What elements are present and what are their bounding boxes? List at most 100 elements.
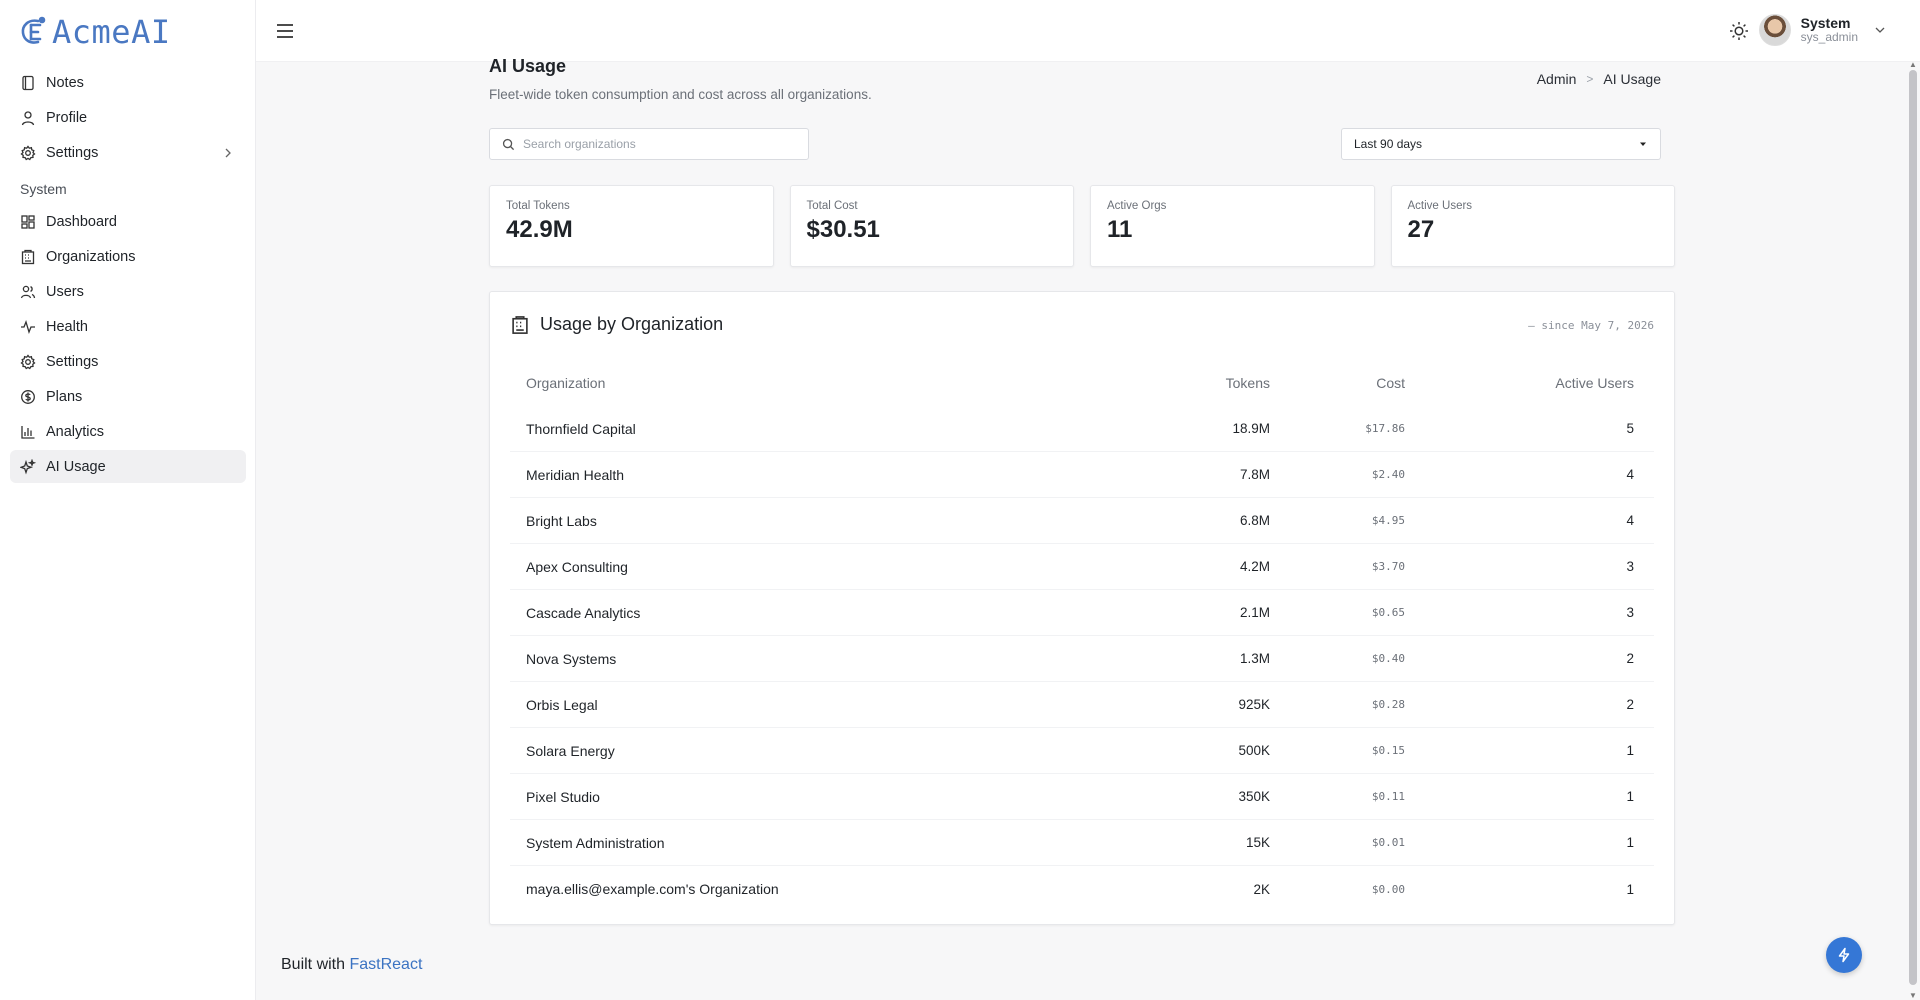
user-icon	[21, 110, 35, 125]
sparkles-icon	[20, 458, 36, 475]
table-row[interactable]: Orbis Legal 925K $0.28 2	[510, 682, 1654, 728]
col-header-organization[interactable]: Organization	[510, 375, 1150, 391]
scroll-down-arrow-icon[interactable]: ▼	[1909, 991, 1917, 1000]
table-row[interactable]: System Administration 15K $0.01 1	[510, 820, 1654, 866]
sidebar-item-label: Health	[46, 318, 88, 335]
sidebar-item-label: Analytics	[46, 423, 105, 440]
page-title: AI Usage	[489, 56, 567, 76]
cell-organization: maya.ellis@example.com's Organization	[526, 881, 779, 897]
stat-label: Active Users	[1407, 200, 1473, 212]
cell-organization: Thornfield Capital	[526, 420, 636, 437]
cell-active-users: 2	[1626, 651, 1634, 666]
table-row[interactable]: Apex Consulting 4.2M $3.70 3	[510, 544, 1654, 590]
table-row[interactable]: Solara Energy 500K $0.15 1	[510, 728, 1654, 774]
cell-tokens: 7.8M	[1239, 467, 1270, 482]
sidebar-item-label: Notes	[46, 74, 84, 91]
cell-tokens: 6.8M	[1239, 513, 1270, 528]
sidebar-item-label: Dashboard	[46, 213, 117, 230]
user-name: System	[1800, 15, 1851, 31]
search-box	[489, 128, 809, 160]
cell-tokens: 925K	[1238, 697, 1270, 712]
date-range-value: Last 90 days	[1354, 137, 1423, 151]
sidebar-item-system-settings[interactable]: Settings	[10, 345, 246, 378]
dollar-icon	[21, 389, 35, 404]
sidebar-item-ai-usage[interactable]: AI Usage	[10, 450, 246, 483]
cell-active-users: 1	[1626, 789, 1634, 804]
sidebar-item-organizations[interactable]: Organizations	[10, 240, 246, 273]
user-menu[interactable]: System sys_admin	[1758, 14, 1886, 46]
sidebar-item-health[interactable]: Health	[10, 310, 246, 343]
sun-icon[interactable]	[1728, 20, 1750, 42]
quick-action-button[interactable]	[1826, 937, 1862, 973]
cell-tokens: 500K	[1238, 743, 1270, 758]
stat-total-tokens: Total Tokens 42.9M	[489, 185, 774, 267]
footer: Built with FastReact	[281, 956, 422, 974]
table-row[interactable]: Pixel Studio 350K $0.11 1	[510, 774, 1654, 820]
table-row[interactable]: Thornfield Capital 18.9M $17.86 5	[510, 406, 1654, 452]
logo[interactable]: AcmeAI	[18, 12, 171, 52]
table-row[interactable]: maya.ellis@example.com's Organization 2K…	[510, 866, 1654, 912]
sidebar-item-label: Profile	[46, 109, 88, 126]
sidebar-item-settings[interactable]: Settings	[10, 136, 246, 169]
users-icon	[20, 285, 36, 298]
sidebar-item-analytics[interactable]: Analytics	[10, 415, 246, 448]
table-header-row: Organization Tokens Cost Active Users	[510, 360, 1654, 406]
sidebar-item-notes[interactable]: Notes	[10, 66, 246, 99]
cell-organization: Meridian Health	[526, 466, 625, 483]
chevron-right-icon: >	[1586, 72, 1594, 86]
sidebar: AcmeAI Notes Profile Settings System Das…	[0, 0, 256, 1000]
usage-table: Organization Tokens Cost Active Users Th…	[510, 360, 1654, 912]
cell-active-users: 3	[1626, 605, 1634, 620]
cell-active-users: 1	[1626, 835, 1634, 850]
footer-link[interactable]: FastReact	[349, 956, 422, 973]
cell-cost: $0.00	[1371, 882, 1405, 896]
cell-cost: $0.15	[1371, 744, 1405, 757]
page-scrollbar[interactable]: ▲ ▼	[1906, 60, 1920, 1000]
stat-value: 27	[1407, 216, 1435, 243]
gear-icon	[20, 353, 36, 369]
date-range-select[interactable]: Last 90 days	[1341, 128, 1661, 160]
logo-text: AcmeAI	[52, 13, 171, 51]
dashboard-icon	[21, 214, 35, 229]
card-title: Usage by Organization	[540, 314, 724, 334]
bar-chart-icon	[21, 425, 35, 439]
cell-tokens: 2.1M	[1239, 605, 1270, 620]
col-header-active-users[interactable]: Active Users	[1405, 375, 1636, 391]
sidebar-item-label: AI Usage	[46, 458, 106, 475]
table-row[interactable]: Cascade Analytics 2.1M $0.65 3	[510, 590, 1654, 636]
cell-tokens: 15K	[1245, 835, 1270, 850]
search-input[interactable]	[523, 137, 793, 151]
cell-cost: $0.65	[1371, 606, 1405, 619]
sidebar-item-plans[interactable]: Plans	[10, 380, 246, 413]
cell-tokens: 18.9M	[1232, 421, 1270, 436]
card-header: Usage by Organization	[510, 314, 723, 335]
col-header-tokens[interactable]: Tokens	[1150, 375, 1270, 391]
table-row[interactable]: Nova Systems 1.3M $0.40 2	[510, 636, 1654, 682]
cell-organization: Solara Energy	[526, 742, 615, 759]
cell-organization: Nova Systems	[526, 650, 617, 667]
sidebar-item-profile[interactable]: Profile	[10, 101, 246, 134]
breadcrumb-admin[interactable]: Admin	[1537, 71, 1577, 87]
scrollbar-thumb[interactable]	[1909, 70, 1917, 985]
cell-organization: System Administration	[526, 834, 665, 851]
col-header-cost[interactable]: Cost	[1270, 375, 1405, 391]
cell-active-users: 2	[1626, 697, 1634, 712]
cell-cost: $0.40	[1371, 652, 1405, 665]
hamburger-menu-icon[interactable]	[274, 20, 296, 42]
cell-organization: Orbis Legal	[526, 696, 598, 713]
footer-prefix: Built with	[281, 956, 346, 973]
scroll-up-arrow-icon[interactable]: ▲	[1909, 60, 1917, 69]
sidebar-item-users[interactable]: Users	[10, 275, 246, 308]
breadcrumb-current: AI Usage	[1603, 71, 1661, 87]
cell-organization: Apex Consulting	[526, 558, 628, 575]
main-content: AI Usage Fleet-wide token consumption an…	[256, 56, 1906, 1000]
lightning-icon	[1838, 947, 1850, 963]
table-row[interactable]: Meridian Health 7.8M $2.40 4	[510, 452, 1654, 498]
sidebar-item-dashboard[interactable]: Dashboard	[10, 205, 246, 238]
table-row[interactable]: Bright Labs 6.8M $4.95 4	[510, 498, 1654, 544]
cell-active-users: 4	[1626, 513, 1634, 528]
stat-active-users: Active Users 27	[1390, 185, 1675, 267]
avatar	[1758, 14, 1791, 46]
gear-icon	[20, 144, 36, 160]
cell-tokens: 2K	[1253, 881, 1270, 897]
